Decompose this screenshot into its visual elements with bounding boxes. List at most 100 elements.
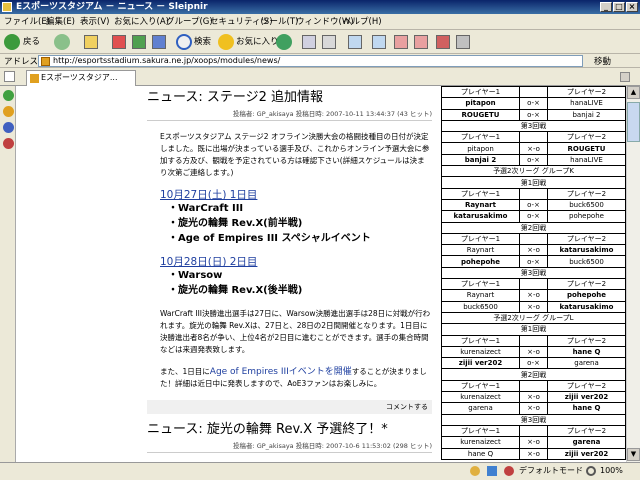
bracket-row: プレイヤー1 プレイヤー2: [441, 278, 626, 291]
post2-title[interactable]: ニュース: 旋光の輪舞 Rev.X 予選終了！*: [147, 422, 432, 438]
bracket-player2: プレイヤー2: [547, 278, 626, 291]
back-label[interactable]: 戻る: [23, 33, 40, 51]
bracket-player2: katarusakimo: [547, 244, 626, 257]
bracket-header-cell: 第1回戦: [441, 176, 626, 189]
tab-label[interactable]: Eスポーツスタジア...: [41, 73, 118, 82]
bracket-score: o-×: [519, 210, 548, 223]
address-bar: アドレス(D) http://esportsstadium.sakura.ne.…: [0, 54, 640, 68]
aoe-event-link[interactable]: Age of Empires IIIイベントを開催: [210, 367, 352, 377]
zoom-icon: [586, 466, 596, 476]
sidebar-refresh-icon[interactable]: [3, 90, 14, 101]
bracket-player1: pohepohe: [441, 255, 520, 268]
close-tabs-icon[interactable]: [394, 35, 408, 49]
menu-edit[interactable]: 編集(E): [46, 16, 75, 28]
search-label[interactable]: 検索: [194, 33, 211, 51]
bracket-player1: Raynart: [441, 289, 520, 302]
bracket-header-cell: 第2回戦: [441, 221, 626, 234]
bracket-player2: プレイヤー2: [547, 187, 626, 200]
close-button[interactable]: ×: [626, 2, 638, 12]
bracket-score: ×-o: [519, 436, 548, 449]
address-url[interactable]: http://esportsstadium.sakura.ne.jp/xoops…: [53, 56, 280, 65]
refresh-icon[interactable]: [132, 35, 146, 49]
post-poster[interactable]: GP_akisaya: [257, 110, 294, 118]
post-intro: Eスポーツスタジアム ステージ2 オフライン決勝大会の格闘技種目の日付が決定しま…: [160, 132, 430, 177]
bracket-score: ×-o: [519, 142, 548, 155]
sidebar-rss-icon[interactable]: [3, 138, 14, 149]
sleipnir-app-icon: [2, 2, 12, 12]
bracket-player1: katarusakimo: [441, 210, 520, 223]
post-body: Eスポーツスタジアム ステージ2 オフライン決勝大会の格闘技種目の日付が決定しま…: [147, 131, 432, 390]
tab-news[interactable]: Eスポーツスタジア...: [26, 70, 136, 86]
menu-help[interactable]: ヘルプ(H): [343, 16, 382, 28]
sidebar-history-icon[interactable]: [3, 122, 14, 133]
day2-date: 10月28日(日) 2日目: [160, 256, 258, 268]
bracket-score: o-×: [519, 357, 548, 370]
cascade-icon[interactable]: [372, 35, 386, 49]
stop-icon[interactable]: [112, 35, 126, 49]
search-icon[interactable]: [176, 34, 192, 50]
bracket-row: kurenaizect ×-o zijii ver202: [441, 391, 626, 404]
bracket-round-header: 第3回戦: [441, 266, 626, 280]
back-icon[interactable]: [4, 34, 20, 50]
print-icon[interactable]: [322, 35, 336, 49]
bracket-row: pitapon ×-o ROUGETU: [441, 142, 626, 155]
site-favicon: [41, 57, 50, 66]
sidebar-favorites-icon[interactable]: [3, 106, 14, 117]
tab-menu-icon[interactable]: [620, 72, 630, 82]
bracket-round-header: 第3回戦: [441, 119, 626, 133]
mail-icon[interactable]: [302, 35, 316, 49]
bracket-score: o-×: [519, 108, 548, 121]
post-title[interactable]: ニュース: ステージ2 追加情報: [147, 90, 432, 106]
bracket-score: [519, 86, 548, 99]
window-title-bar: Eスポーツスタジアム － ニュース － Sleipnir _ □ ×: [0, 0, 640, 14]
favorites-label[interactable]: お気に入り: [236, 33, 279, 51]
menu-favorites[interactable]: お気に入り(A): [114, 16, 169, 28]
bracket-player1: プレイヤー1: [441, 131, 520, 144]
bracket-header-cell: 第3回戦: [441, 266, 626, 280]
post2-meta: 投稿者: GP_akisaya 投稿日時: 2007-10-6 11:53:02…: [147, 440, 432, 453]
favorites-icon[interactable]: [218, 34, 234, 50]
menu-group[interactable]: グループ(G): [166, 16, 213, 28]
tab-favicon: [30, 74, 39, 83]
maximize-button[interactable]: □: [613, 2, 625, 12]
menu-file[interactable]: ファイル(E): [4, 16, 50, 28]
bracket-row: Raynart ×-o katarusakimo: [441, 244, 626, 257]
home-icon[interactable]: [84, 35, 98, 49]
minimize-button[interactable]: _: [600, 2, 612, 12]
bracket-score: o-×: [519, 153, 548, 167]
new-tab-icon[interactable]: [4, 71, 15, 82]
bracket-player1: プレイヤー1: [441, 424, 520, 438]
bracket-score: ×-o: [519, 447, 548, 460]
bracket-player1: プレイヤー1: [441, 187, 520, 200]
bracket-player2: プレイヤー2: [547, 86, 626, 99]
vertical-scrollbar[interactable]: ▲ ▼: [626, 86, 640, 462]
scroll-thumb[interactable]: [627, 102, 640, 142]
bracket-row: プレイヤー1 プレイヤー2: [441, 232, 626, 246]
bracket-player1: プレイヤー1: [441, 86, 520, 99]
bracket-player2: プレイヤー2: [547, 232, 626, 246]
go-button[interactable]: 移動: [594, 55, 611, 67]
bracket-player2: katarusakimo: [547, 300, 626, 313]
forward-icon[interactable]: [54, 34, 70, 50]
tile-window-icon[interactable]: [348, 35, 362, 49]
bracket-header-cell: 予選2次リーグ グループL: [441, 311, 626, 325]
scroll-down-button[interactable]: ▼: [627, 448, 640, 461]
address-input[interactable]: http://esportsstadium.sakura.ne.jp/xoops…: [38, 55, 583, 67]
history-icon[interactable]: [152, 35, 166, 49]
flag-icon[interactable]: [436, 35, 450, 49]
scroll-up-button[interactable]: ▲: [627, 86, 640, 99]
close-others-icon[interactable]: [414, 35, 428, 49]
status-zoom[interactable]: 100%: [600, 463, 623, 479]
bracket-row: zijii ver202 o-× garena: [441, 357, 626, 370]
bracket-round-header: 第1回戦: [441, 176, 626, 189]
comment-link[interactable]: コメントする: [147, 400, 432, 414]
bracket-round-header: 第1回戦: [441, 323, 626, 336]
popup-block-icon[interactable]: [456, 35, 470, 49]
bracket-player2: プレイヤー2: [547, 334, 626, 347]
status-mode[interactable]: デフォルトモード: [519, 463, 583, 479]
media-icon[interactable]: [276, 34, 292, 50]
bracket-player1: banjai 2: [441, 153, 520, 167]
bracket-score: [519, 424, 548, 438]
menu-tools[interactable]: ツール(T): [261, 16, 298, 28]
menu-view[interactable]: 表示(V): [80, 16, 109, 28]
